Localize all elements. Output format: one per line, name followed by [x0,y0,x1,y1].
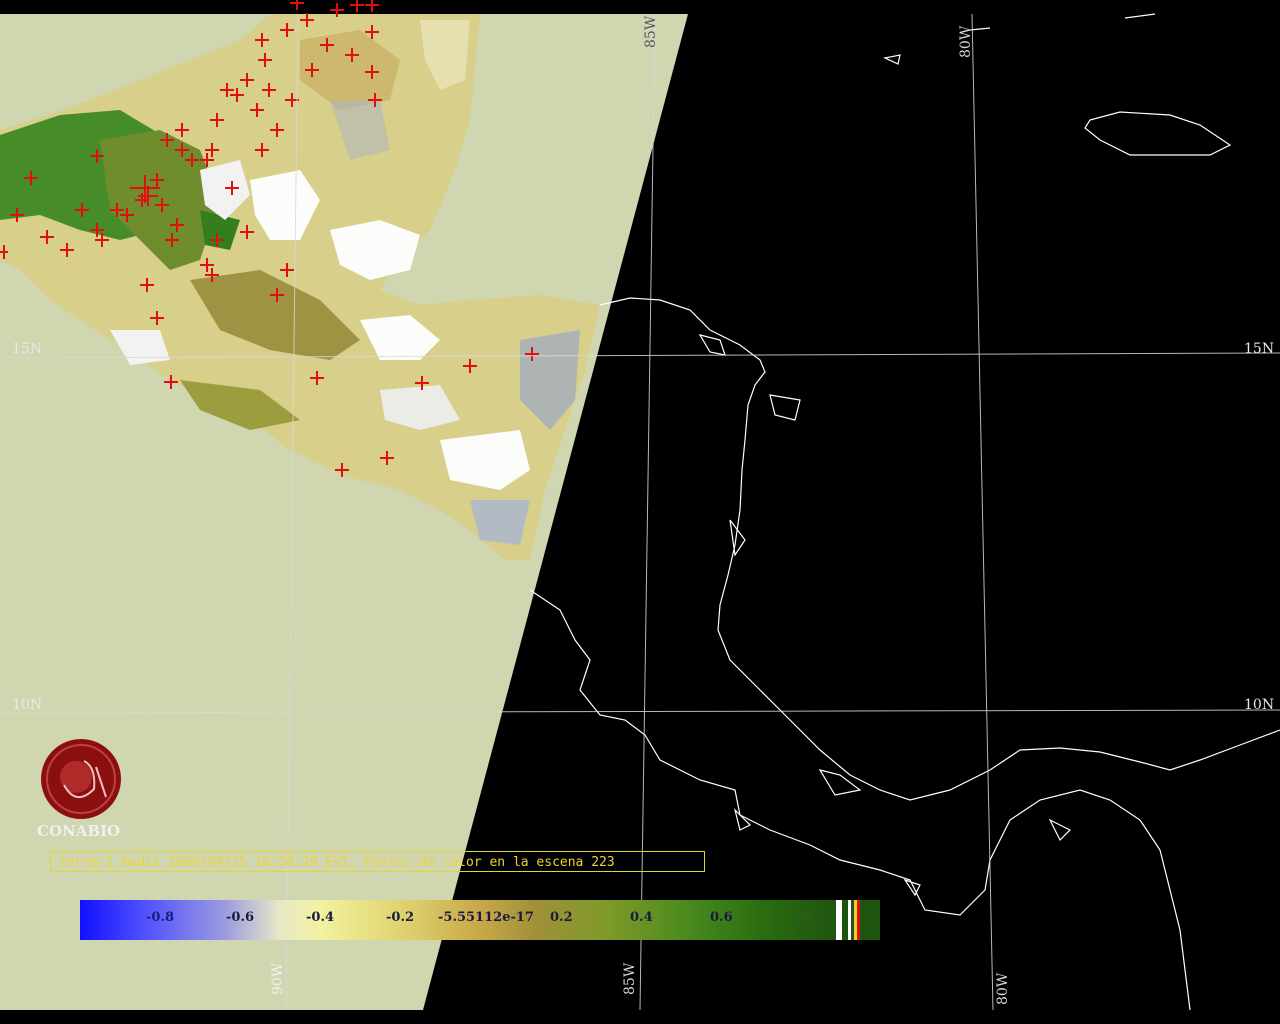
colorbar-tick: -0.2 [386,910,415,925]
lon-80-top-label: 80W [958,25,974,58]
colorbar-tick: 0.6 [710,910,733,925]
colorbar-tick: -0.6 [226,910,255,925]
scene-caption: terra-1 modis 2006/04/25 16:58:29 EVI, P… [50,851,705,872]
colorbar-tick: -0.4 [306,910,335,925]
lon-80-bottom-label: 80W [995,972,1011,1005]
lat-15-right-label: 15N [1244,341,1275,357]
colorbar-tick: 0.8 [790,910,813,925]
colorbar-hotspot-swatch [857,900,860,940]
lat-10-right-label: 10N [1244,697,1275,713]
lon-85-bottom-label: 85W [622,962,638,995]
colorbar-tick: 0.2 [550,910,573,925]
lat-15-left-label: 15N [12,341,43,357]
colorbar-nodata-swatch [848,900,851,940]
colorbar-tick: 0.4 [630,910,653,925]
lon-90-bottom-label: 90W [270,962,286,995]
colorbar-tick: -0.8 [146,910,175,925]
lon-85-top-label: 85W [643,15,659,48]
evi-colorbar: -0.8 -0.6 -0.4 -0.2 -5.55112e-17 0.2 0.4… [80,900,880,940]
colorbar-tick: -5.55112e-17 [438,910,534,925]
colorbar-cloud-swatch [836,900,842,940]
lat-10-left-label: 10N [12,697,43,713]
logo-text: CONABIO [37,822,121,840]
